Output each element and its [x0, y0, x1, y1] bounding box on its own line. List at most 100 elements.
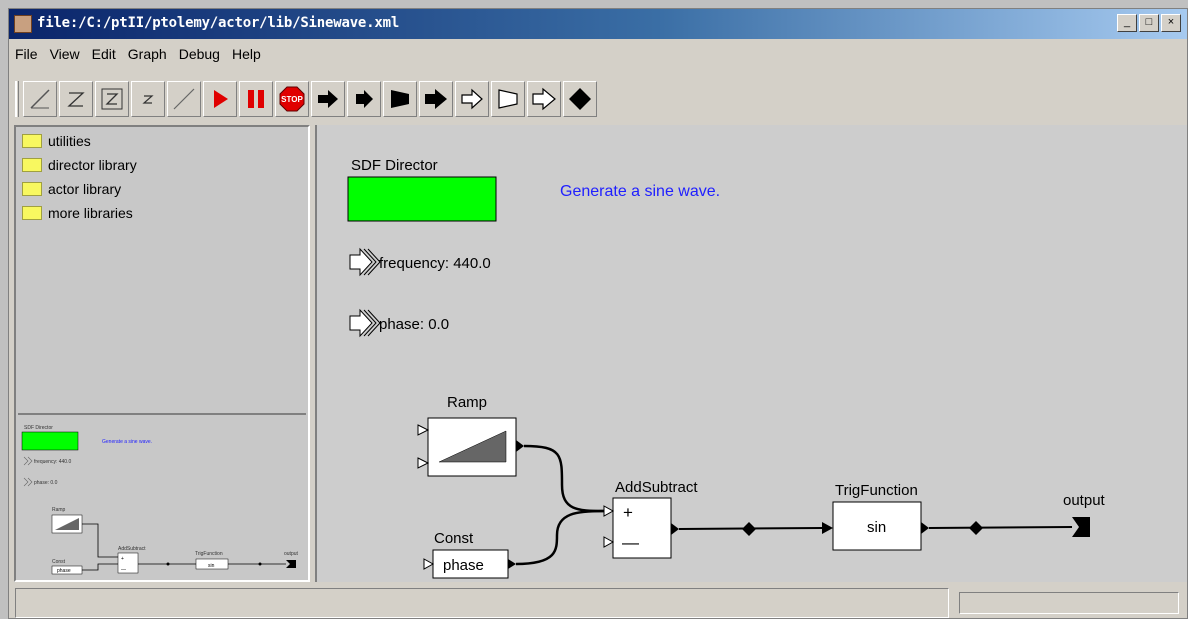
window-controls: _ □ ×: [1117, 14, 1181, 32]
zoom-out-button[interactable]: [131, 81, 165, 117]
diagram-svg[interactable]: SDF Director Generate a sine wave. frequ…: [317, 125, 1187, 582]
relation-diamond[interactable]: [969, 521, 983, 535]
status-message: [15, 588, 949, 618]
parameter-arrow-icon: [349, 247, 373, 277]
addsub-label: AddSubtract: [615, 479, 698, 496]
director-label: SDF Director: [351, 157, 438, 174]
relation-diamond[interactable]: [742, 522, 756, 536]
plus-sign: +: [623, 503, 633, 522]
zoom-in-icon: [67, 92, 85, 107]
folder-icon: [22, 134, 42, 148]
const-input-port[interactable]: [423, 558, 435, 570]
run-button[interactable]: [203, 81, 237, 117]
close-button[interactable]: ×: [1161, 14, 1181, 32]
addsubtract-actor[interactable]: + —: [603, 497, 679, 559]
ramp-input-port[interactable]: [417, 424, 430, 436]
ramp-actor[interactable]: [417, 417, 524, 477]
tree-item-utilities[interactable]: utilities: [18, 129, 306, 153]
maximize-button[interactable]: □: [1139, 14, 1159, 32]
zoom-in-button[interactable]: [59, 81, 93, 117]
overview-director: [21, 431, 79, 451]
zoom-full-button[interactable]: [167, 81, 201, 117]
application-window: file:/C:/ptII/ptolemy/actor/lib/Sinewave…: [8, 8, 1188, 619]
toolbar-grip[interactable]: [15, 81, 19, 117]
stop-button[interactable]: STOP: [275, 81, 309, 117]
minimize-button[interactable]: _: [1117, 14, 1137, 32]
trig-input-port[interactable]: [822, 522, 833, 534]
addsub-plus-port[interactable]: [603, 505, 615, 517]
library-tree: utilities director library actor library…: [18, 129, 306, 415]
ramp-output-port[interactable]: [516, 440, 524, 452]
addsub-minus-port[interactable]: [603, 536, 615, 548]
output-port[interactable]: [1072, 517, 1090, 537]
back-end-button[interactable]: [527, 81, 561, 117]
zoom-reset-button[interactable]: [23, 81, 57, 117]
window-title: file:/C:/ptII/ptolemy/actor/lib/Sinewave…: [37, 15, 400, 31]
overview-const-value: phase: [57, 568, 71, 574]
app-icon[interactable]: [14, 15, 32, 33]
param-frequency[interactable]: frequency: 440.0: [349, 247, 491, 277]
overview-minus: —: [121, 567, 126, 573]
const-label: Const: [434, 530, 474, 547]
const-actor[interactable]: phase: [423, 549, 516, 579]
overview-plus: +: [121, 556, 124, 562]
forward-end-button[interactable]: [383, 81, 417, 117]
stop-label: STOP: [281, 95, 303, 104]
parameter-arrow-icon: [349, 308, 373, 338]
folder-icon: [22, 158, 42, 172]
pause-button[interactable]: [239, 81, 273, 117]
forward-step-button[interactable]: [311, 81, 345, 117]
const-output-port[interactable]: [508, 559, 516, 569]
overview-trig-value: sin: [208, 563, 215, 569]
overview-addsub-label: AddSubtract: [118, 546, 146, 552]
diamond-button[interactable]: [563, 81, 597, 117]
overview-relation: [166, 562, 170, 566]
menu-debug[interactable]: Debug: [179, 46, 220, 62]
menu-help[interactable]: Help: [232, 46, 261, 62]
overview-director-label: SDF Director: [24, 425, 53, 431]
status-progress: [959, 592, 1179, 614]
annotation-text[interactable]: Generate a sine wave.: [560, 183, 720, 200]
pause-icon: [248, 90, 264, 108]
tree-item-more-libraries[interactable]: more libraries: [18, 201, 306, 225]
trig-value: sin: [867, 519, 886, 536]
wire-const-to-add[interactable]: [515, 509, 605, 566]
diagram-overview[interactable]: SDF Director Generate a sine wave. frequ…: [18, 419, 306, 579]
zoom-fit-button[interactable]: [95, 81, 129, 117]
forward-big-button[interactable]: [419, 81, 453, 117]
overview-const-label: Const: [52, 559, 66, 565]
run-icon: [214, 90, 228, 108]
tree-item-actor-library[interactable]: actor library: [18, 177, 306, 201]
param-phase[interactable]: phase: 0.0: [349, 308, 449, 338]
overview-relation: [258, 562, 262, 566]
title-bar[interactable]: file:/C:/ptII/ptolemy/actor/lib/Sinewave…: [9, 9, 1187, 39]
frequency-text: frequency: 440.0: [379, 255, 491, 272]
tree-item-label: actor library: [48, 181, 122, 197]
forward-run-button[interactable]: [347, 81, 381, 117]
trigfunction-actor[interactable]: sin: [822, 501, 929, 551]
arrow-right-bold-icon: [425, 89, 447, 109]
back-step-button[interactable]: [455, 81, 489, 117]
trig-output-port[interactable]: [921, 522, 929, 534]
overview-phase: phase: 0.0: [34, 480, 58, 486]
phase-text: phase: 0.0: [379, 316, 449, 333]
tree-item-label: utilities: [48, 133, 91, 149]
wire-ramp-to-add[interactable]: [523, 444, 605, 513]
ramp-input-port[interactable]: [417, 457, 430, 469]
addsub-output-port[interactable]: [671, 523, 679, 535]
menu-file[interactable]: File: [15, 46, 38, 62]
menu-view[interactable]: View: [50, 46, 80, 62]
menu-edit[interactable]: Edit: [92, 46, 116, 62]
tree-item-director-library[interactable]: director library: [18, 153, 306, 177]
flag-outline-icon: [498, 89, 518, 109]
wire-trig-to-output[interactable]: [928, 526, 1073, 529]
output-label: output: [1063, 492, 1106, 509]
back-run-button[interactable]: [491, 81, 525, 117]
overview-output-port: [286, 560, 296, 568]
sdf-director[interactable]: [347, 176, 497, 222]
minus-sign: —: [622, 533, 639, 552]
diagram-canvas[interactable]: SDF Director Generate a sine wave. frequ…: [315, 125, 1187, 582]
overview-ramp-label: Ramp: [52, 507, 66, 513]
zoom-out-icon: [142, 95, 154, 104]
menu-graph[interactable]: Graph: [128, 46, 167, 62]
